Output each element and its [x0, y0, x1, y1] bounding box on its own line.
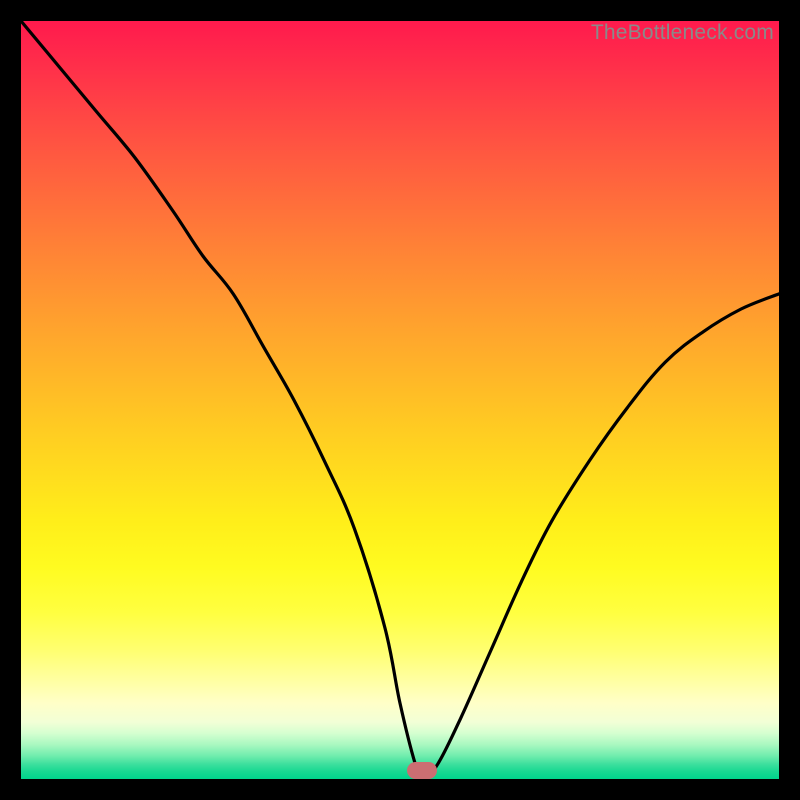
curve-path: [21, 21, 779, 779]
minimum-marker: [407, 762, 437, 779]
watermark-text: TheBottleneck.com: [591, 21, 774, 45]
plot-area: TheBottleneck.com: [21, 21, 779, 779]
chart-frame: TheBottleneck.com: [0, 0, 800, 800]
bottleneck-curve: [21, 21, 779, 779]
